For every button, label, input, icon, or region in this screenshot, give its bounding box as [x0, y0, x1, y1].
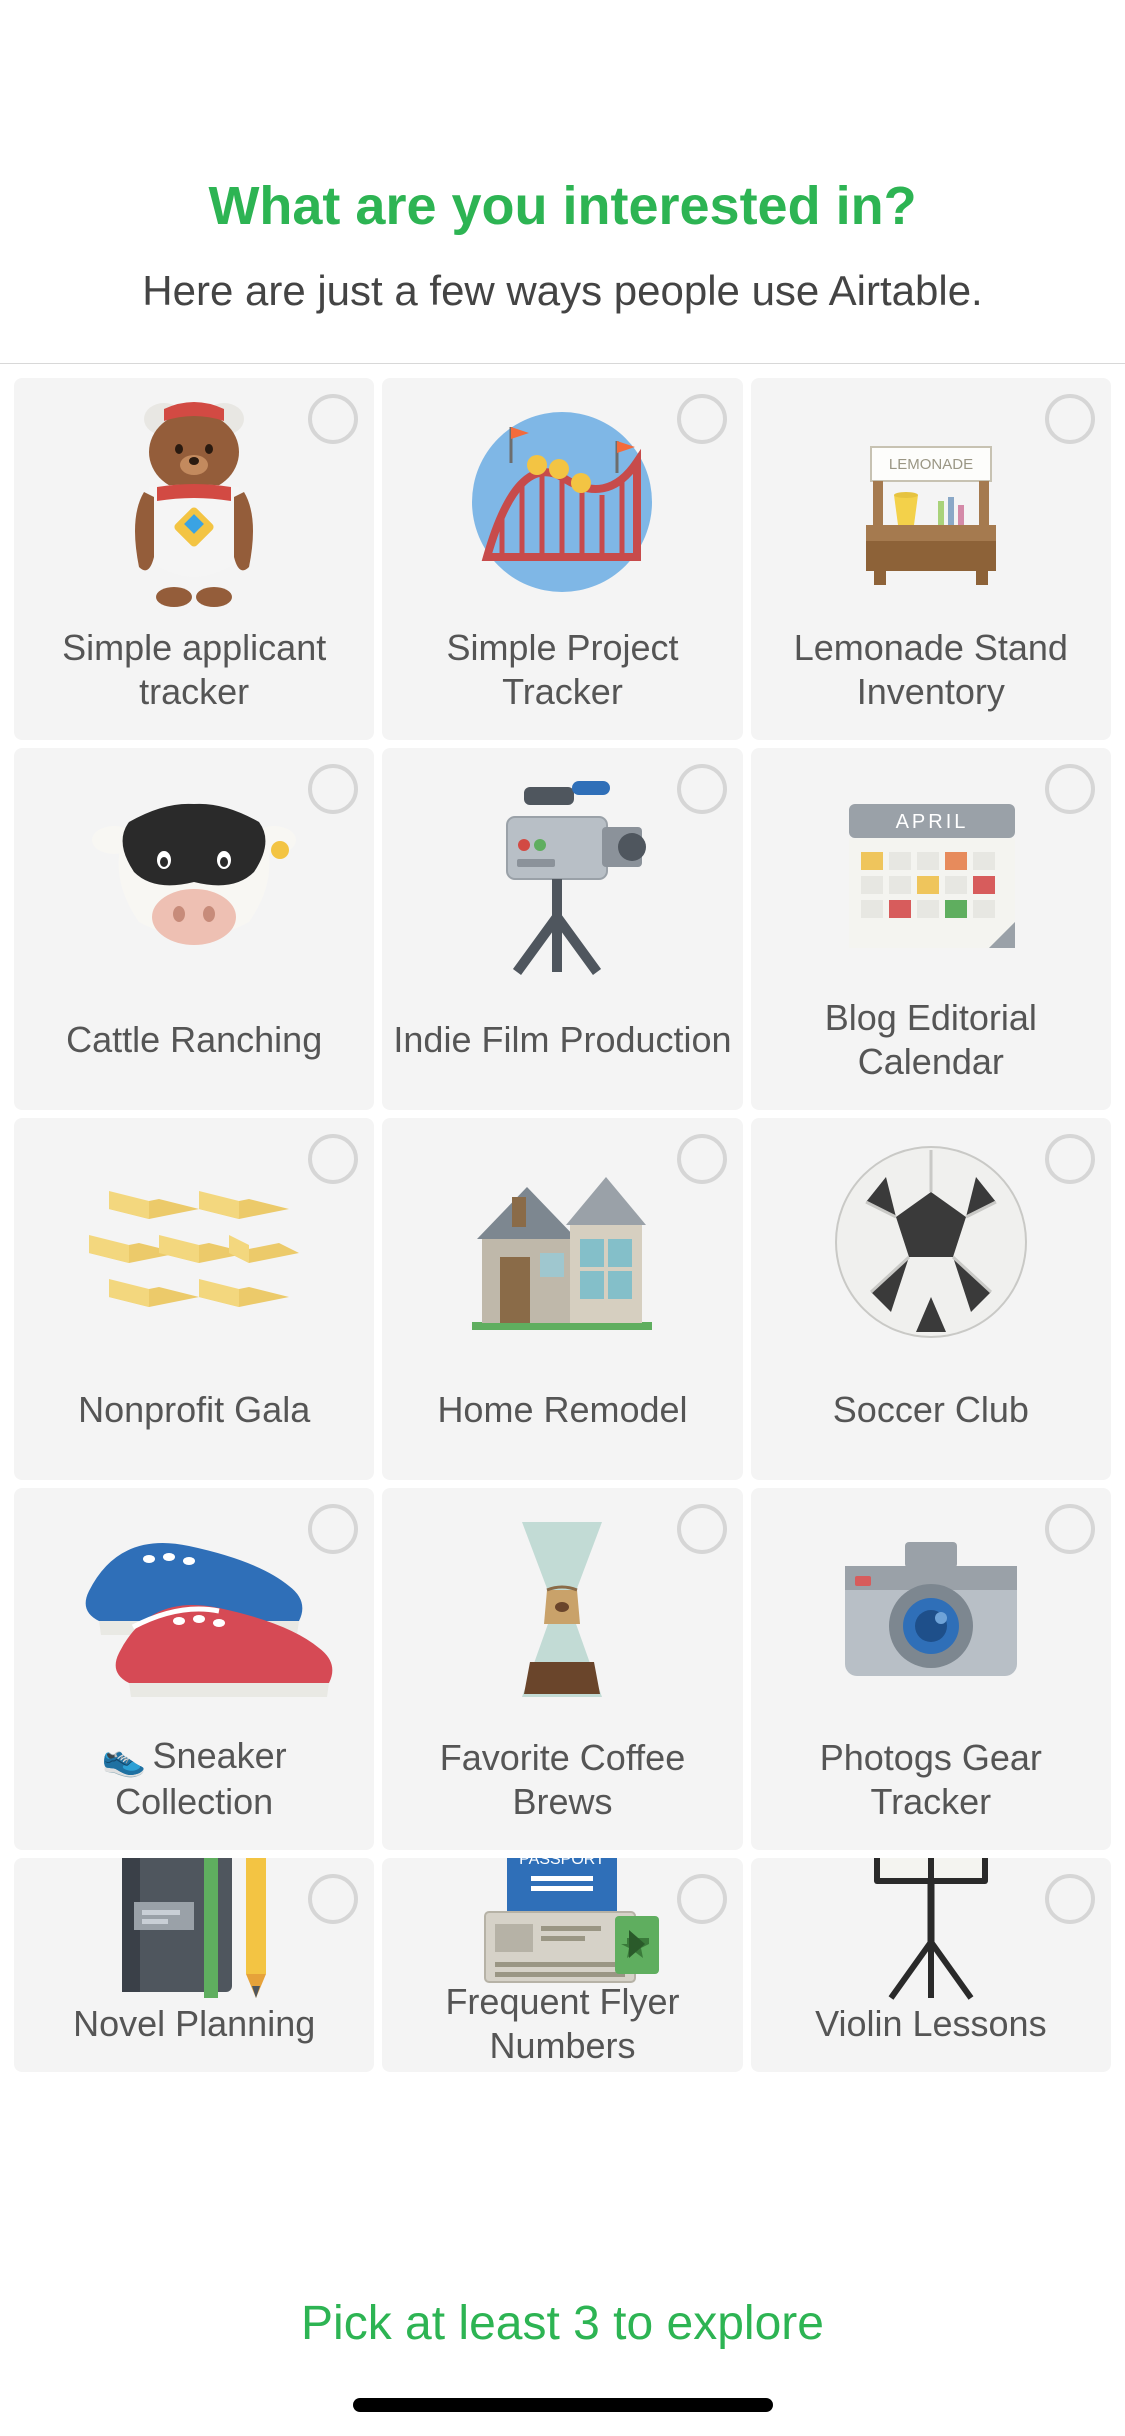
card-soccer-club[interactable]: Soccer Club	[751, 1118, 1111, 1480]
card-home-remodel[interactable]: Home Remodel	[382, 1118, 742, 1480]
card-simple-applicant-tracker[interactable]: Simple applicant tracker	[14, 378, 374, 740]
card-label: Blog Editorial Calendar	[751, 996, 1111, 1084]
card-indie-film-production[interactable]: Indie Film Production	[382, 748, 742, 1110]
card-label: Simple applicant tracker	[14, 626, 374, 714]
page-title: What are you interested in?	[0, 175, 1125, 237]
select-indicator	[677, 394, 727, 444]
card-label: Home Remodel	[427, 1366, 697, 1454]
select-indicator	[308, 1504, 358, 1554]
card-frequent-flyer-numbers[interactable]: PASSPORT Frequent Flyer Numbers	[382, 1858, 742, 2072]
card-label: Lemonade Stand Inventory	[751, 626, 1111, 714]
header: What are you interested in? Here are jus…	[0, 0, 1125, 364]
select-indicator	[1045, 1504, 1095, 1554]
card-label: Nonprofit Gala	[68, 1366, 320, 1454]
select-indicator	[308, 1874, 358, 1924]
card-label: Novel Planning	[63, 2002, 325, 2046]
svg-text:APRIL: APRIL	[895, 811, 968, 833]
select-indicator	[677, 1874, 727, 1924]
card-label: Violin Lessons	[805, 2002, 1057, 2046]
svg-text:LEMONADE: LEMONADE	[889, 456, 973, 473]
template-grid: Simple applicant tracker	[0, 364, 1125, 2072]
select-indicator	[308, 764, 358, 814]
select-indicator	[1045, 1134, 1095, 1184]
sneaker-emoji-icon: 👟	[102, 1737, 147, 1778]
card-label: Frequent Flyer Numbers	[382, 2002, 742, 2046]
card-lemonade-stand-inventory[interactable]: LEMONADE Lemonade Stand Inventory	[751, 378, 1111, 740]
card-novel-planning[interactable]: Novel Planning	[14, 1858, 374, 2072]
select-indicator	[1045, 394, 1095, 444]
page-subtitle: Here are just a few ways people use Airt…	[0, 267, 1125, 315]
card-sneaker-collection[interactable]: 👟Sneaker Collection	[14, 1488, 374, 1850]
card-blog-editorial-calendar[interactable]: APRIL Blog Editorial Calendar	[751, 748, 1111, 1110]
card-photogs-gear-tracker[interactable]: Photogs Gear Tracker	[751, 1488, 1111, 1850]
card-simple-project-tracker[interactable]: Simple Project Tracker	[382, 378, 742, 740]
select-indicator	[308, 394, 358, 444]
select-indicator	[308, 1134, 358, 1184]
card-label: Soccer Club	[823, 1366, 1039, 1454]
select-indicator	[1045, 1874, 1095, 1924]
card-label: Photogs Gear Tracker	[751, 1736, 1111, 1824]
card-label: 👟Sneaker Collection	[14, 1734, 374, 1824]
select-indicator	[677, 1504, 727, 1554]
svg-text:PASSPORT: PASSPORT	[520, 1858, 606, 1868]
select-indicator	[677, 764, 727, 814]
select-indicator	[1045, 764, 1095, 814]
select-indicator	[677, 1134, 727, 1184]
card-violin-lessons[interactable]: Violin Lessons	[751, 1858, 1111, 2072]
card-cattle-ranching[interactable]: Cattle Ranching	[14, 748, 374, 1110]
card-label: Indie Film Production	[383, 996, 741, 1084]
card-favorite-coffee-brews[interactable]: Favorite Coffee Brews	[382, 1488, 742, 1850]
card-label: Cattle Ranching	[56, 996, 332, 1084]
home-indicator	[353, 2398, 773, 2412]
card-nonprofit-gala[interactable]: Nonprofit Gala	[14, 1118, 374, 1480]
card-label: Favorite Coffee Brews	[382, 1736, 742, 1824]
footer-cta: Pick at least 3 to explore	[301, 2296, 824, 2351]
card-label: Simple Project Tracker	[382, 626, 742, 714]
